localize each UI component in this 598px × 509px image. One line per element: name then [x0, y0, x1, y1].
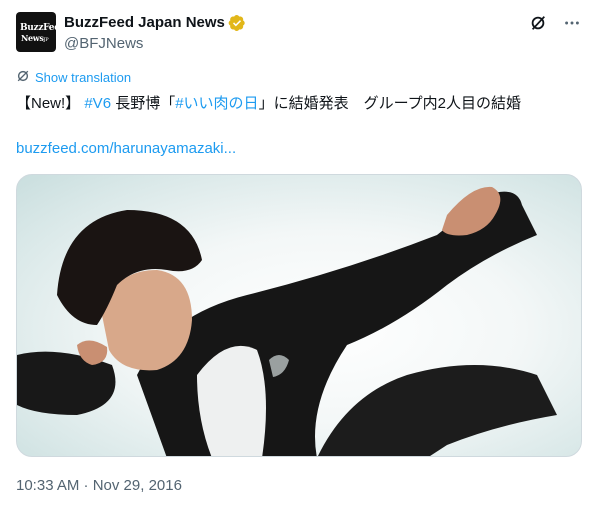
tweet-text-part3: 」に結婚発表 グループ内2人目の結婚 [258, 95, 522, 112]
account-names: BuzzFeed Japan News @BFJNews [64, 13, 246, 54]
verified-badge-icon [228, 14, 246, 32]
tweet-timestamp[interactable]: 10:33 AM · Nov 29, 2016 [16, 476, 182, 496]
avatar-logo-line2: NewsJP [21, 33, 49, 43]
show-translation-link[interactable]: Show translation [16, 69, 131, 86]
hashtag-good-meat-day[interactable]: #いい肉の日 [175, 95, 258, 112]
translate-icon [16, 69, 30, 86]
tweet-text: 【New!】 #V6 長野博「#いい肉の日」に結婚発表 グループ内2人目の結婚 [16, 92, 582, 115]
tweet-text-part2: 長野博「 [111, 95, 176, 112]
article-link[interactable]: buzzfeed.com/harunayamazaki... [16, 139, 236, 159]
tweet-header: BuzzFeed NewsJP BuzzFeed Japan News @BFJ… [16, 12, 582, 54]
display-name-row[interactable]: BuzzFeed Japan News [64, 13, 246, 33]
avatar[interactable]: BuzzFeed NewsJP [16, 12, 56, 52]
account-handle[interactable]: @BFJNews [64, 34, 246, 54]
hashtag-v6[interactable]: #V6 [84, 95, 111, 112]
more-icon[interactable] [562, 12, 582, 34]
show-translation-label[interactable]: Show translation [35, 70, 131, 85]
header-actions [528, 12, 582, 34]
tweet-text-prefix: 【New!】 [16, 95, 85, 112]
grok-icon[interactable] [528, 12, 548, 34]
tweet-media-photo[interactable] [16, 174, 582, 457]
display-name[interactable]: BuzzFeed Japan News [64, 13, 225, 33]
avatar-logo-line1: BuzzFeed [20, 23, 56, 33]
photo-image [17, 186, 557, 456]
